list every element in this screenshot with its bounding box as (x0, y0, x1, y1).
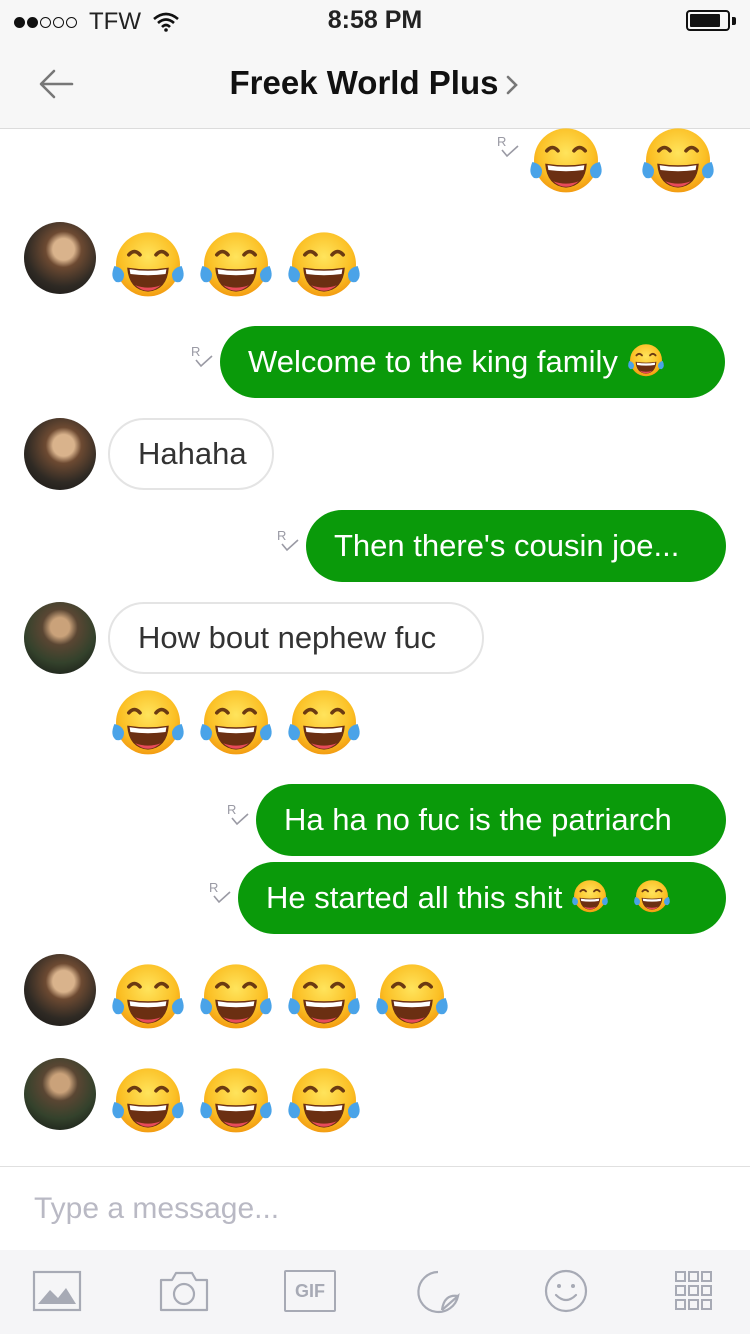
status-time: 8:58 PM (327, 6, 423, 34)
joy-emoji (196, 226, 276, 306)
message-text: Welcome to the king family (248, 344, 618, 379)
avatar[interactable] (24, 954, 96, 1026)
joy-emoji (284, 958, 364, 1038)
joy-emoji (196, 958, 276, 1038)
incoming-message-bubble[interactable]: How bout nephew fuc (108, 602, 484, 674)
avatar[interactable] (24, 602, 96, 674)
battery-tip (732, 17, 736, 25)
joy-emoji (196, 684, 276, 764)
read-receipt-icon (208, 880, 232, 906)
message-composer (0, 1166, 750, 1250)
gif-icon[interactable]: GIF (284, 1270, 336, 1312)
status-bar: TFW 8:58 PM (0, 0, 750, 40)
joy-emoji (284, 684, 364, 764)
avatar[interactable] (24, 222, 96, 294)
sticker-icon[interactable] (414, 1268, 466, 1314)
grid-icon[interactable] (668, 1268, 720, 1314)
smiley-icon[interactable] (540, 1268, 592, 1314)
joy-emoji (284, 226, 364, 306)
joy-emoji (108, 226, 188, 306)
joy-emoji (632, 877, 672, 917)
outgoing-message-bubble[interactable]: Ha ha no fuc is the patriarch (256, 784, 726, 856)
message-text: Ha ha no fuc is the patriarch (284, 802, 672, 837)
camera-icon[interactable] (158, 1268, 210, 1314)
avatar[interactable] (24, 418, 96, 490)
message-input[interactable] (34, 1187, 714, 1231)
photo-icon[interactable] (32, 1268, 84, 1314)
chat-title-button[interactable]: Freek World Plus (0, 64, 750, 102)
battery-icon (686, 10, 730, 31)
message-text: How bout nephew fuc (138, 620, 437, 655)
outgoing-message-bubble[interactable]: Welcome to the king family (220, 326, 725, 398)
joy-emoji (108, 958, 188, 1038)
joy-emoji (526, 122, 606, 202)
joy-emoji (196, 1062, 276, 1142)
message-text: Then there's cousin joe... (334, 528, 680, 563)
joy-emoji (108, 1062, 188, 1142)
message-text: Hahaha (138, 436, 247, 471)
chevron-right-icon (507, 75, 519, 95)
joy-emoji (108, 684, 188, 764)
avatar[interactable] (24, 1058, 96, 1130)
chat-title: Freek World Plus (229, 64, 499, 101)
read-receipt-icon (190, 344, 214, 370)
outgoing-message-bubble[interactable]: Then there's cousin joe... (306, 510, 726, 582)
joy-emoji (570, 877, 610, 917)
joy-emoji (284, 1062, 364, 1142)
input-toolbar: GIF (0, 1250, 750, 1334)
joy-emoji (626, 341, 666, 381)
outgoing-message-bubble[interactable]: He started all this shit (238, 862, 726, 934)
joy-emoji (372, 958, 452, 1038)
joy-emoji (638, 122, 718, 202)
read-receipt-icon (496, 134, 520, 160)
read-receipt-icon (226, 802, 250, 828)
gif-label: GIF (295, 1280, 325, 1301)
message-text: He started all this shit (266, 880, 563, 915)
read-receipt-icon (276, 528, 300, 554)
nav-bar: Freek World Plus (0, 40, 750, 129)
incoming-message-bubble[interactable]: Hahaha (108, 418, 274, 490)
